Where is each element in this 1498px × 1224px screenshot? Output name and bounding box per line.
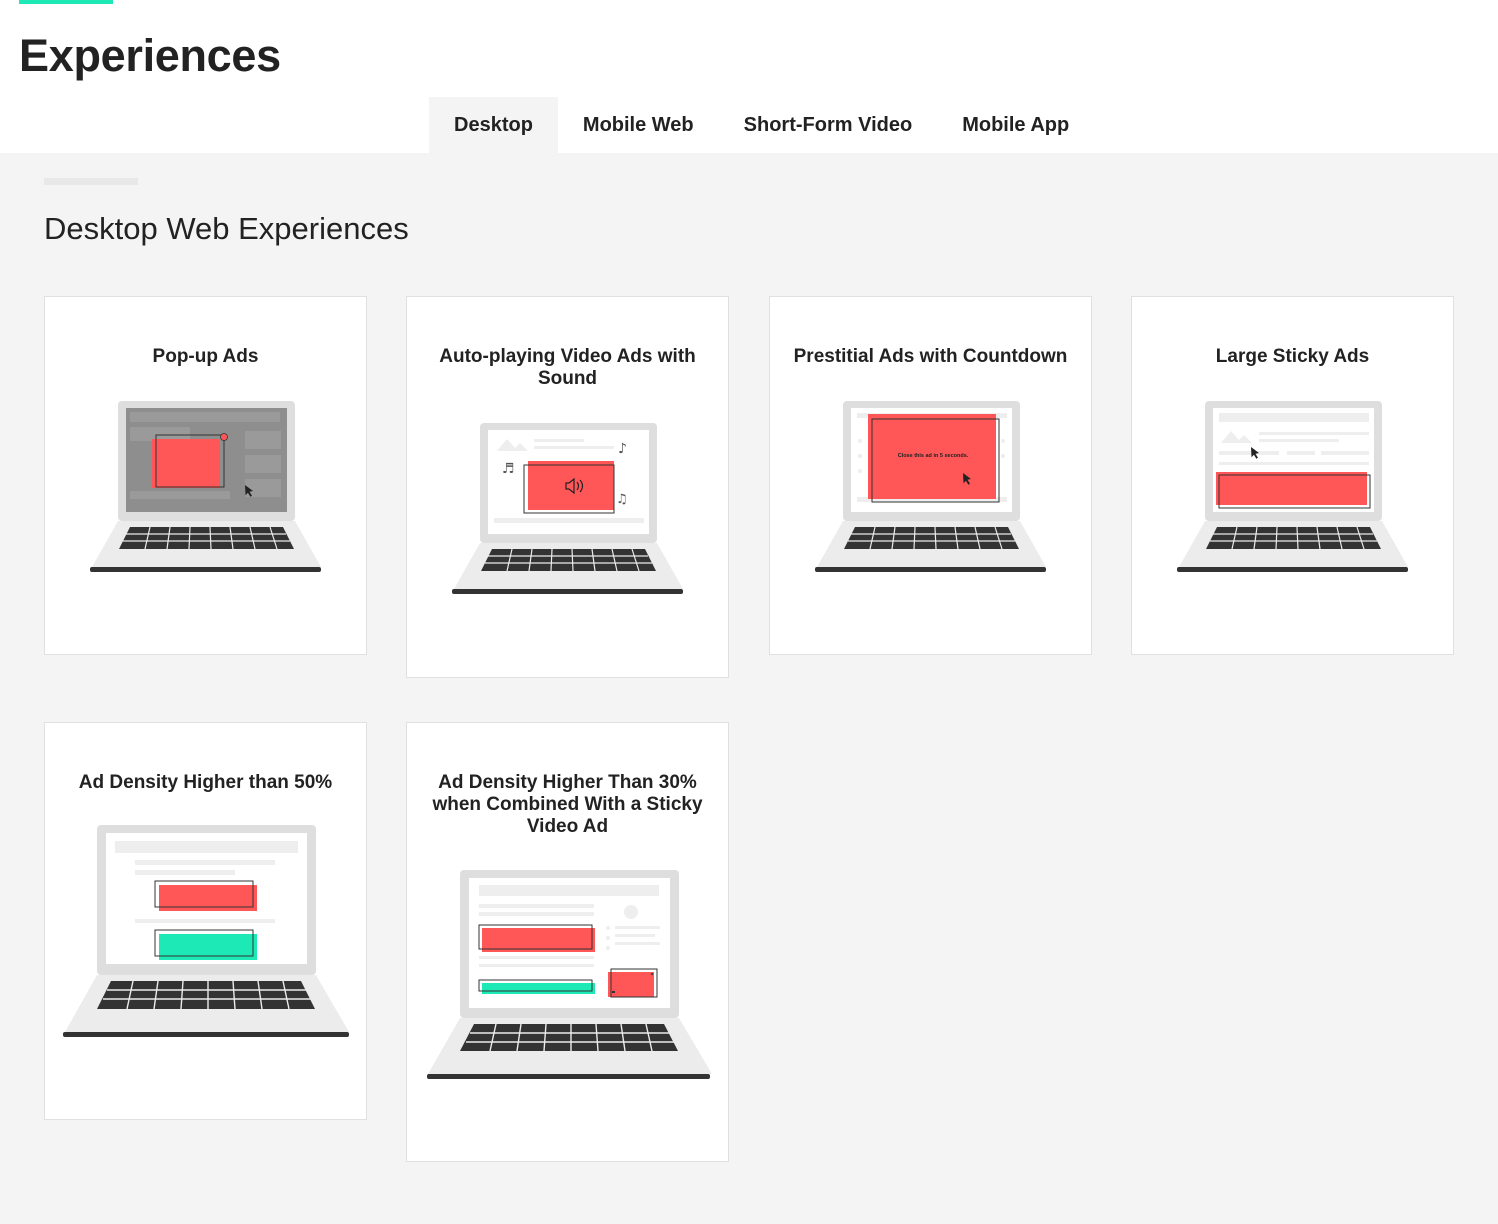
tab-short-form-video[interactable]: Short-Form Video: [719, 97, 938, 153]
tab-desktop[interactable]: Desktop: [429, 97, 558, 153]
card-large-sticky-ads[interactable]: Large Sticky Ads: [1131, 296, 1454, 655]
card-title: Ad Density Higher than 50%: [78, 772, 333, 793]
laptop-ad-density-icon: [63, 825, 349, 1037]
tab-mobile-app[interactable]: Mobile App: [937, 97, 1094, 153]
accent-bar: [19, 0, 113, 4]
svg-text:♪: ♪: [618, 441, 627, 457]
card-popup-ads[interactable]: Pop-up Ads: [44, 296, 367, 655]
card-prestitial-countdown[interactable]: Prestitial Ads with Countdown Close this…: [769, 296, 1092, 655]
laptop-video-sound-icon: ♬ ♪ ♫: [452, 423, 683, 594]
card-title: Pop-up Ads: [152, 346, 259, 367]
section-divider: [44, 178, 138, 185]
tab-mobile-web[interactable]: Mobile Web: [558, 97, 719, 153]
card-ad-density-30-sticky-video[interactable]: Ad Density Higher Than 30% when Combined…: [406, 722, 729, 1162]
laptop-sticky-video-density-icon: [427, 870, 712, 1079]
svg-text:♫: ♫: [616, 492, 628, 507]
page-header: Experiences Desktop Mobile Web Short-For…: [0, 0, 1498, 153]
countdown-text: Close this ad in 5 seconds.: [898, 453, 969, 459]
svg-text:♬: ♬: [502, 461, 515, 477]
card-title: Ad Density Higher Than 30% when Combined…: [432, 772, 703, 837]
page-title: Experiences: [19, 30, 281, 81]
card-ad-density-50[interactable]: Ad Density Higher than 50%: [44, 722, 367, 1120]
laptop-popup-ad-icon: [90, 401, 321, 572]
card-autoplay-video-sound[interactable]: Auto-playing Video Ads with Sound ♬ ♪ ♫: [406, 296, 729, 678]
section-title: Desktop Web Experiences: [44, 211, 409, 246]
experience-tabs: Desktop Mobile Web Short-Form Video Mobi…: [429, 97, 1094, 153]
laptop-sticky-ad-icon: [1177, 401, 1408, 572]
card-title: Prestitial Ads with Countdown: [793, 346, 1068, 367]
laptop-prestitial-icon: Close this ad in 5 seconds.: [815, 401, 1046, 572]
card-title: Large Sticky Ads: [1215, 346, 1370, 367]
card-title: Auto-playing Video Ads with Sound: [439, 346, 696, 389]
